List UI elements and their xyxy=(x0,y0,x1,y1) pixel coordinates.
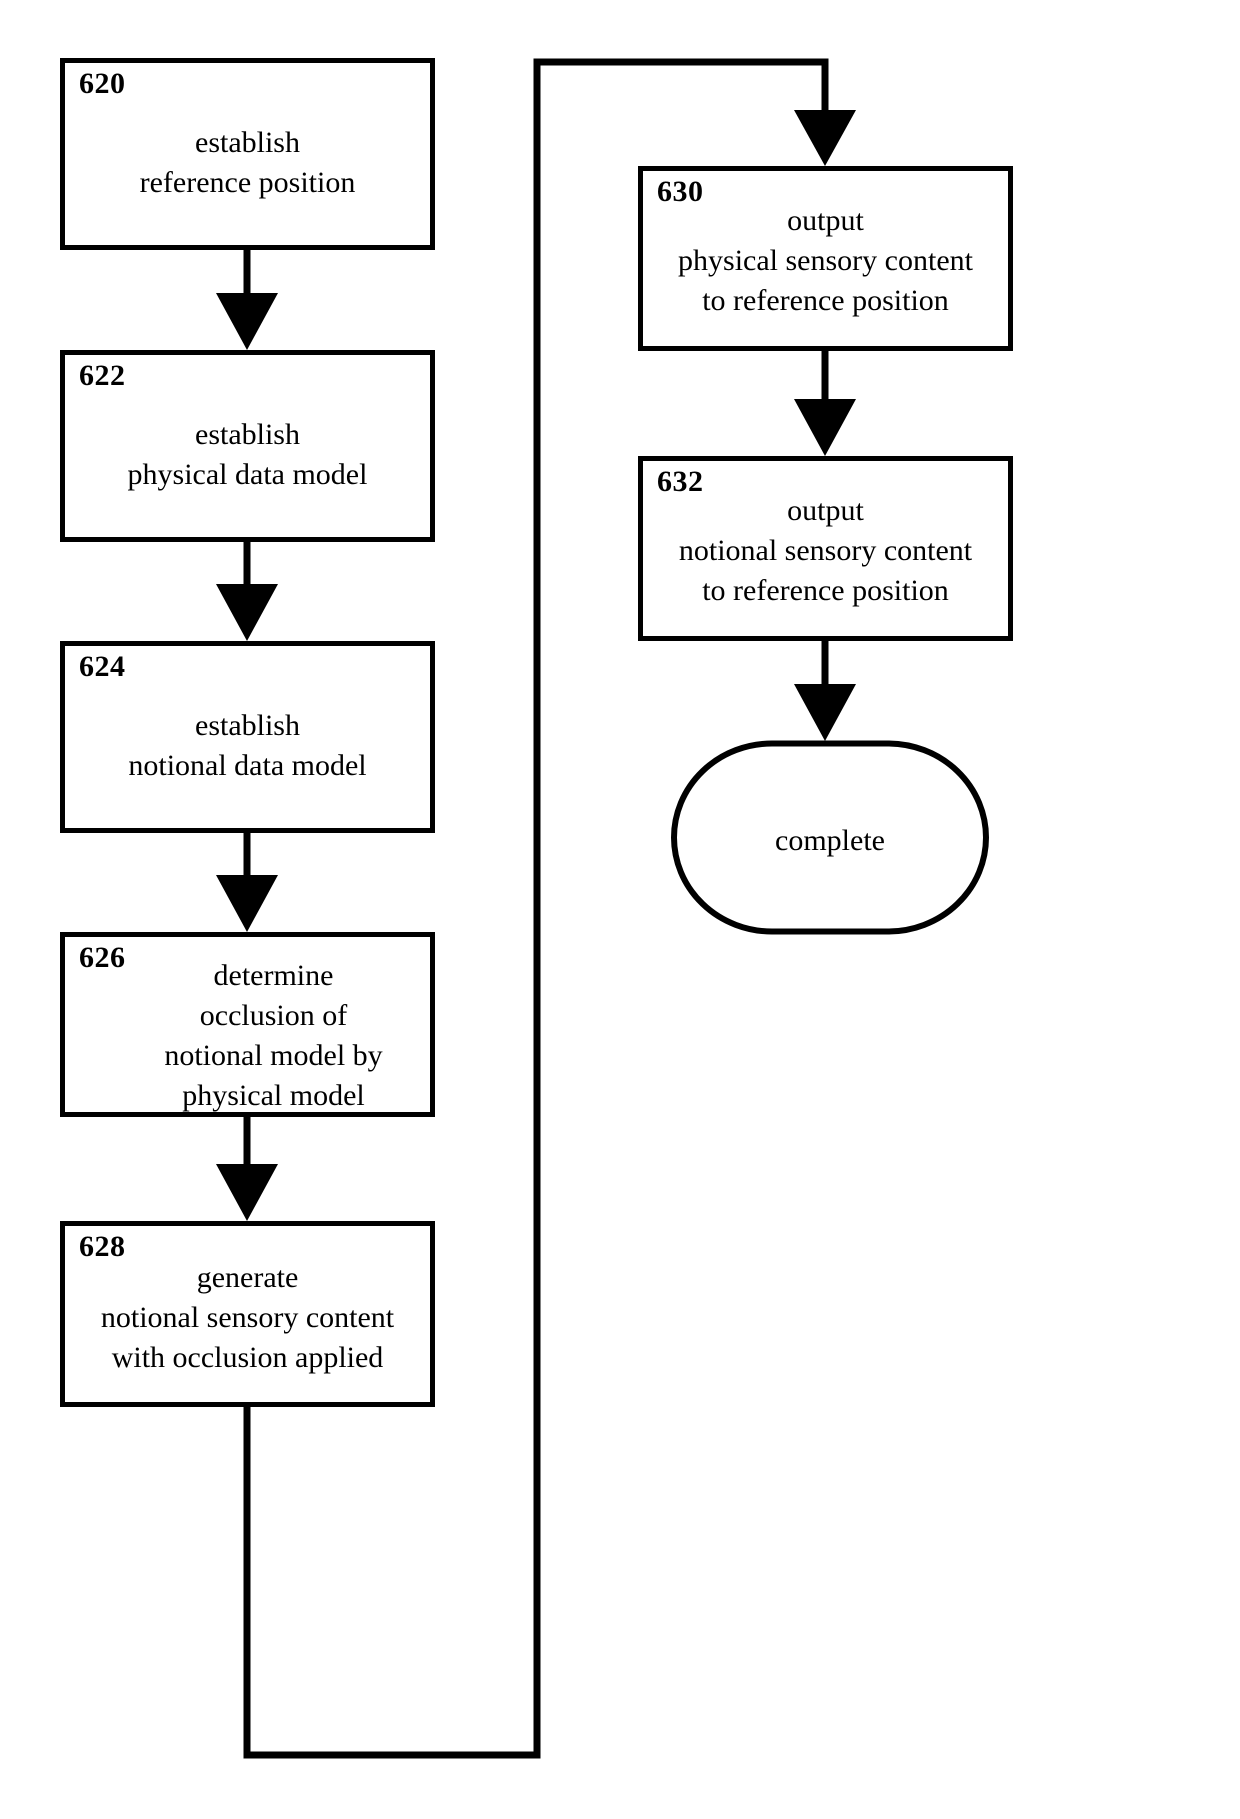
edge-620-to-622 xyxy=(216,250,278,350)
process-node-626[interactable]: 626 determine occlusion of notional mode… xyxy=(60,932,435,1117)
node-ref-620: 620 xyxy=(79,67,126,100)
node-ref-622: 622 xyxy=(79,359,126,392)
process-node-628[interactable]: 628 generate notional sensory content wi… xyxy=(60,1221,435,1407)
edge-626-to-628 xyxy=(216,1117,278,1221)
edge-622-to-624 xyxy=(216,542,278,641)
node-text-632: output notional sensory content to refer… xyxy=(678,494,973,607)
node-text-620: establish reference position xyxy=(139,126,356,199)
connector-layer xyxy=(216,58,989,1759)
edge-632-to-complete xyxy=(794,641,856,741)
edge-630-to-632 xyxy=(794,351,856,456)
node-text-624: establish notional data model xyxy=(128,709,367,782)
node-text-630: output physical sensory content to refer… xyxy=(678,204,973,317)
node-text-622: establish physical data model xyxy=(127,418,368,491)
edge-624-to-626 xyxy=(216,833,278,932)
terminal-label: complete xyxy=(775,824,885,857)
process-node-620[interactable]: 620 establish reference position xyxy=(60,58,435,250)
node-ref-624: 624 xyxy=(79,650,126,683)
node-text-628: generate notional sensory content with o… xyxy=(100,1261,395,1374)
terminal-node-complete[interactable]: complete xyxy=(676,741,984,933)
process-node-632[interactable]: 632 output notional sensory content to r… xyxy=(638,456,1013,641)
node-text-626: determine occlusion of notional model by… xyxy=(164,959,383,1112)
process-node-624[interactable]: 624 establish notional data model xyxy=(60,641,435,833)
flowchart-canvas: 620 establish reference position 622 est… xyxy=(0,0,1240,1819)
process-node-622[interactable]: 622 establish physical data model xyxy=(60,350,435,542)
process-node-630[interactable]: 630 output physical sensory content to r… xyxy=(638,166,1013,351)
